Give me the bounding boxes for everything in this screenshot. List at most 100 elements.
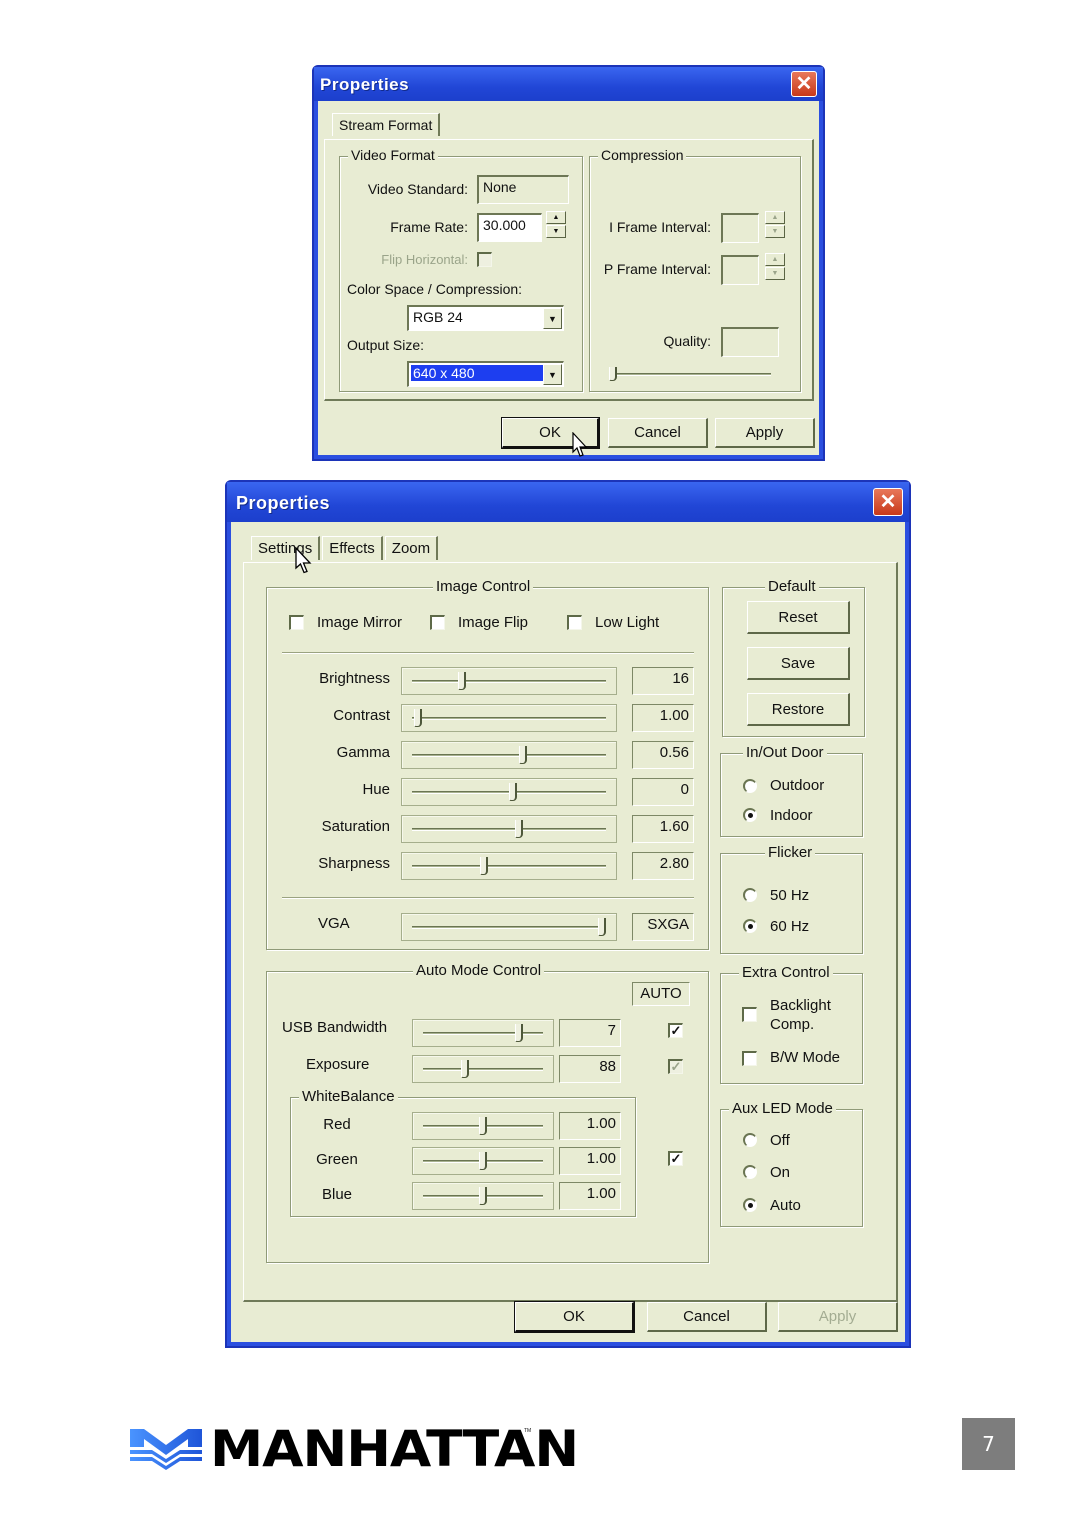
chevron-down-icon[interactable]: ▼ xyxy=(543,308,562,329)
outdoor-label[interactable]: Outdoor xyxy=(770,777,824,794)
output-size-select[interactable]: 640 x 480 ▼ xyxy=(407,361,564,387)
slider-thumb[interactable] xyxy=(458,672,467,690)
restore-button[interactable]: Restore xyxy=(747,693,850,726)
slider-thumb[interactable] xyxy=(508,783,517,801)
usb-bandwidth-auto-checkbox[interactable]: ✓ xyxy=(668,1023,683,1038)
aux-on-label[interactable]: On xyxy=(770,1164,790,1181)
slider-thumb[interactable] xyxy=(479,857,488,875)
cancel-button[interactable]: Cancel xyxy=(647,1302,767,1332)
spin-up-icon[interactable]: ▲ xyxy=(765,253,785,266)
spin-down-icon[interactable]: ▼ xyxy=(546,225,566,238)
quality-slider[interactable] xyxy=(607,364,777,384)
apply-button[interactable]: Apply xyxy=(715,418,815,448)
tab-stream-format[interactable]: Stream Format xyxy=(332,113,441,136)
50hz-label[interactable]: 50 Hz xyxy=(770,887,809,904)
sharpness-value: 2.80 xyxy=(632,852,694,880)
spin-down-icon[interactable]: ▼ xyxy=(765,225,785,238)
apply-button[interactable]: Apply xyxy=(778,1302,898,1332)
wb-green-slider[interactable] xyxy=(412,1147,554,1175)
close-button[interactable]: ✕ xyxy=(791,71,817,97)
resolution-slider[interactable] xyxy=(401,913,617,941)
quality-input[interactable] xyxy=(721,327,779,357)
exposure-label: Exposure xyxy=(306,1056,370,1073)
slider-thumb[interactable] xyxy=(515,1024,523,1042)
hue-slider[interactable] xyxy=(401,778,617,806)
flip-horizontal-checkbox[interactable] xyxy=(477,252,492,267)
gamma-slider[interactable] xyxy=(401,741,617,769)
wb-red-slider[interactable] xyxy=(412,1112,554,1140)
backlight-comp-label[interactable]: Backlight Comp. xyxy=(770,996,831,1034)
color-space-select[interactable]: RGB 24 ▼ xyxy=(407,305,564,331)
cancel-button[interactable]: Cancel xyxy=(608,418,708,448)
60hz-label[interactable]: 60 Hz xyxy=(770,918,809,935)
saturation-value: 1.60 xyxy=(632,815,694,843)
slider-thumb[interactable] xyxy=(598,918,607,936)
low-light-label[interactable]: Low Light xyxy=(595,614,659,631)
brightness-label: Brightness xyxy=(319,670,390,687)
slider-thumb[interactable] xyxy=(609,367,617,381)
image-mirror-checkbox[interactable] xyxy=(289,615,304,630)
bw-mode-checkbox[interactable] xyxy=(742,1051,757,1066)
white-balance-auto-checkbox[interactable]: ✓ xyxy=(668,1151,683,1166)
camera-settings-dialog: Properties ✕ Settings Effects Zoom Image… xyxy=(225,480,911,1348)
outdoor-radio[interactable] xyxy=(743,779,757,793)
image-flip-checkbox[interactable] xyxy=(430,615,445,630)
indoor-radio[interactable] xyxy=(743,808,757,822)
image-mirror-label[interactable]: Image Mirror xyxy=(317,614,402,631)
aux-off-radio[interactable] xyxy=(743,1133,757,1147)
60hz-radio[interactable] xyxy=(743,919,757,933)
title-bar[interactable]: Properties ✕ xyxy=(314,67,823,101)
bw-mode-label[interactable]: B/W Mode xyxy=(770,1049,840,1066)
exposure-auto-checkbox[interactable]: ✓ xyxy=(668,1059,683,1074)
group-label: Auto Mode Control xyxy=(413,962,545,979)
indoor-label[interactable]: Indoor xyxy=(770,807,813,824)
saturation-slider[interactable] xyxy=(401,815,617,843)
title-bar[interactable]: Properties ✕ xyxy=(227,482,909,522)
aux-auto-radio[interactable] xyxy=(743,1198,757,1212)
wb-blue-value: 1.00 xyxy=(559,1182,621,1210)
ok-button[interactable]: OK xyxy=(514,1301,635,1333)
aux-on-radio[interactable] xyxy=(743,1165,757,1179)
tab-zoom[interactable]: Zoom xyxy=(384,536,439,560)
50hz-radio[interactable] xyxy=(743,888,757,902)
usb-bandwidth-slider[interactable] xyxy=(412,1019,554,1047)
frame-rate-spinner[interactable]: ▲ ▼ xyxy=(546,211,566,238)
backlight-comp-checkbox[interactable] xyxy=(742,1007,757,1022)
p-frame-spinner[interactable]: ▲ ▼ xyxy=(765,253,785,280)
trademark: TM xyxy=(524,1428,532,1434)
i-frame-spinner[interactable]: ▲ ▼ xyxy=(765,211,785,238)
p-frame-interval-input[interactable] xyxy=(721,255,759,285)
slider-thumb[interactable] xyxy=(413,709,422,727)
divider xyxy=(282,652,694,654)
sharpness-label: Sharpness xyxy=(318,855,390,872)
slider-thumb[interactable] xyxy=(514,820,523,838)
vga-label: VGA xyxy=(318,915,350,932)
aux-off-label[interactable]: Off xyxy=(770,1132,790,1149)
dialog-title: Properties xyxy=(320,75,410,94)
slider-thumb[interactable] xyxy=(479,1117,487,1135)
slider-thumb[interactable] xyxy=(479,1187,487,1205)
dialog-title: Properties xyxy=(236,493,331,513)
wb-blue-slider[interactable] xyxy=(412,1182,554,1210)
close-button[interactable]: ✕ xyxy=(873,488,903,516)
spin-up-icon[interactable]: ▲ xyxy=(546,211,566,224)
chevron-down-icon[interactable]: ▼ xyxy=(543,364,562,385)
group-label: Default xyxy=(765,578,819,595)
spin-up-icon[interactable]: ▲ xyxy=(765,211,785,224)
contrast-slider[interactable] xyxy=(401,704,617,732)
image-flip-label[interactable]: Image Flip xyxy=(458,614,528,631)
tab-effects[interactable]: Effects xyxy=(322,536,383,560)
aux-auto-label[interactable]: Auto xyxy=(770,1197,801,1214)
sharpness-slider[interactable] xyxy=(401,852,617,880)
brightness-slider[interactable] xyxy=(401,667,617,695)
low-light-checkbox[interactable] xyxy=(567,615,582,630)
slider-thumb[interactable] xyxy=(461,1060,469,1078)
i-frame-interval-input[interactable] xyxy=(721,213,759,243)
reset-button[interactable]: Reset xyxy=(747,601,850,634)
frame-rate-input[interactable]: 30.000 xyxy=(477,213,542,242)
exposure-slider[interactable] xyxy=(412,1055,554,1083)
spin-down-icon[interactable]: ▼ xyxy=(765,267,785,280)
slider-thumb[interactable] xyxy=(479,1152,487,1170)
save-button[interactable]: Save xyxy=(747,647,850,680)
slider-thumb[interactable] xyxy=(518,746,527,764)
